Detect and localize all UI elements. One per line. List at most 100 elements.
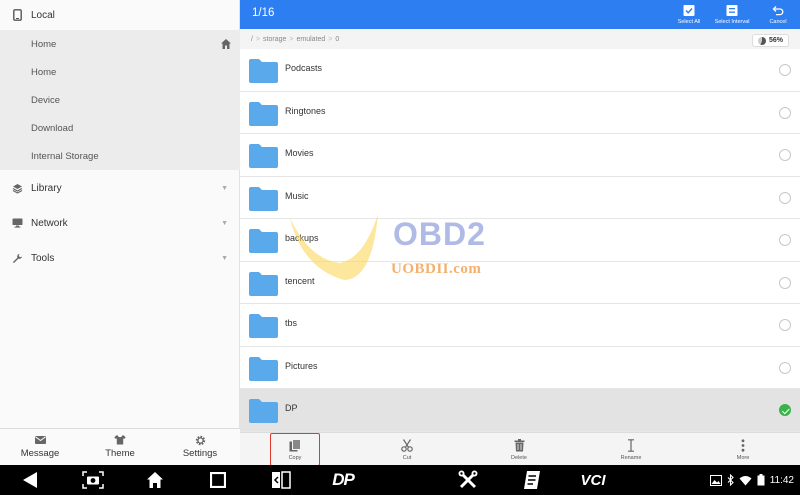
file-row-podcasts[interactable]: Podcasts xyxy=(240,49,800,92)
breadcrumb-emulated[interactable]: emulated xyxy=(297,36,326,43)
split-screen-icon xyxy=(272,471,291,489)
crossed-tools-icon xyxy=(458,470,478,489)
sidebar-bottom-bar: Message Theme Settings xyxy=(0,428,240,465)
sidebar-item-label: Internal Storage xyxy=(31,150,99,162)
select-interval-button[interactable]: Select Interval xyxy=(710,0,754,29)
dp-app-button[interactable]: DP xyxy=(326,470,360,490)
text-cursor-icon xyxy=(624,438,638,452)
file-name: DP xyxy=(285,403,298,413)
folder-icon xyxy=(249,356,278,381)
camera-icon xyxy=(82,471,104,489)
theme-button[interactable]: Theme xyxy=(80,429,160,465)
select-radio[interactable] xyxy=(779,361,791,374)
undo-icon xyxy=(772,5,784,15)
breadcrumb-separator: > xyxy=(289,36,294,43)
breadcrumb-storage[interactable]: storage xyxy=(263,36,286,43)
file-name: Movies xyxy=(285,148,314,158)
rename-button[interactable]: Rename xyxy=(603,433,659,466)
split-screen-button[interactable] xyxy=(270,470,292,490)
sidebar-section-network[interactable]: Network ▼ xyxy=(0,208,240,238)
sidebar: Local Home Home Device Download Internal… xyxy=(0,0,240,465)
sidebar-item-label: Home xyxy=(31,66,57,78)
storage-percent: 56% xyxy=(768,37,783,44)
layers-icon xyxy=(10,181,24,195)
breadcrumb: / > storage > emulated > 0 xyxy=(251,36,339,43)
copy-button[interactable]: Copy xyxy=(270,433,320,466)
breadcrumb-bar: / > storage > emulated > 0 56% xyxy=(240,29,800,51)
action-bar: Copy Cut Delete Rename More xyxy=(240,432,800,466)
sidebar-item-label: Device xyxy=(31,94,61,106)
cancel-button[interactable]: Cancel xyxy=(764,0,792,29)
back-button[interactable] xyxy=(20,470,40,490)
folder-icon xyxy=(249,59,278,83)
breadcrumb-separator: > xyxy=(255,36,261,43)
select-radio[interactable] xyxy=(779,106,791,119)
select-radio[interactable] xyxy=(779,276,791,289)
sidebar-item-device[interactable]: Device xyxy=(0,86,240,114)
sidebar-section-tools[interactable]: Tools ▼ xyxy=(0,243,240,273)
file-row-tbs[interactable]: tbs xyxy=(240,304,800,347)
file-row-pictures[interactable]: Pictures xyxy=(240,346,800,389)
file-name: Podcasts xyxy=(285,63,323,73)
screenshot-button[interactable] xyxy=(82,470,104,490)
more-label: More xyxy=(736,454,750,461)
breadcrumb-root[interactable]: / xyxy=(251,36,253,43)
file-row-ringtones[interactable]: Ringtones xyxy=(240,91,800,134)
phone-icon xyxy=(10,8,24,22)
file-row-dp[interactable]: DP xyxy=(240,389,800,432)
message-label: Message xyxy=(20,448,60,459)
sidebar-section-label: Local xyxy=(31,9,55,21)
storage-usage-badge[interactable]: 56% xyxy=(751,34,789,47)
mail-icon xyxy=(34,435,46,445)
file-name: Pictures xyxy=(285,360,318,371)
sidebar-item-download[interactable]: Download xyxy=(0,114,240,142)
checkbox-icon xyxy=(683,4,695,16)
file-name: Music xyxy=(285,190,309,201)
wifi-icon xyxy=(739,475,752,485)
report-button[interactable] xyxy=(522,470,542,490)
bluetooth-icon xyxy=(727,474,734,486)
sidebar-section-library[interactable]: Library ▼ xyxy=(0,173,240,203)
system-navigation-bar: DP VCI 11:42 xyxy=(0,465,800,495)
battery-icon xyxy=(757,474,765,486)
back-triangle-icon xyxy=(23,472,37,488)
select-all-button[interactable]: Select All xyxy=(674,0,704,29)
select-radio[interactable] xyxy=(779,234,791,246)
sidebar-item-label: Download xyxy=(31,122,74,134)
network-icon xyxy=(10,216,24,230)
watermark-url: UOBDII.com xyxy=(391,261,482,277)
sidebar-item-internal-storage[interactable]: Internal Storage xyxy=(0,142,240,170)
sidebar-section-label: Network xyxy=(31,217,68,229)
local-items-list: Home Home Device Download Internal Stora… xyxy=(0,30,240,170)
delete-button[interactable]: Delete xyxy=(491,433,547,466)
folder-icon xyxy=(249,314,278,338)
vci-button[interactable]: VCI xyxy=(578,470,608,490)
selected-check-icon[interactable] xyxy=(779,404,791,416)
sidebar-section-local[interactable]: Local xyxy=(0,0,240,30)
select-radio[interactable] xyxy=(779,319,791,331)
message-button[interactable]: Message xyxy=(0,429,80,465)
cancel-label: Cancel xyxy=(769,18,787,25)
theme-label: Theme xyxy=(105,448,135,459)
delete-label: Delete xyxy=(511,454,527,461)
select-radio[interactable] xyxy=(779,149,791,161)
sidebar-item-home-2[interactable]: Home xyxy=(0,58,240,86)
select-radio[interactable] xyxy=(779,191,791,204)
scissors-icon xyxy=(400,438,414,452)
file-row-movies[interactable]: Movies xyxy=(240,134,800,177)
home-icon[interactable] xyxy=(220,38,232,50)
folder-icon xyxy=(249,101,278,126)
watermark-brand: OBD2 xyxy=(393,216,486,252)
folder-icon xyxy=(249,271,278,296)
shirt-icon xyxy=(114,435,126,445)
tools-button[interactable] xyxy=(457,470,479,490)
recent-apps-button[interactable] xyxy=(209,470,227,490)
cut-button[interactable]: Cut xyxy=(379,433,435,466)
clock: 11:42 xyxy=(769,474,794,486)
settings-button[interactable]: Settings xyxy=(160,429,240,465)
more-button[interactable]: More xyxy=(715,433,771,466)
sidebar-item-home[interactable]: Home xyxy=(0,30,240,58)
select-radio[interactable] xyxy=(779,64,791,76)
home-button[interactable] xyxy=(145,470,165,490)
breadcrumb-current[interactable]: 0 xyxy=(335,36,339,43)
